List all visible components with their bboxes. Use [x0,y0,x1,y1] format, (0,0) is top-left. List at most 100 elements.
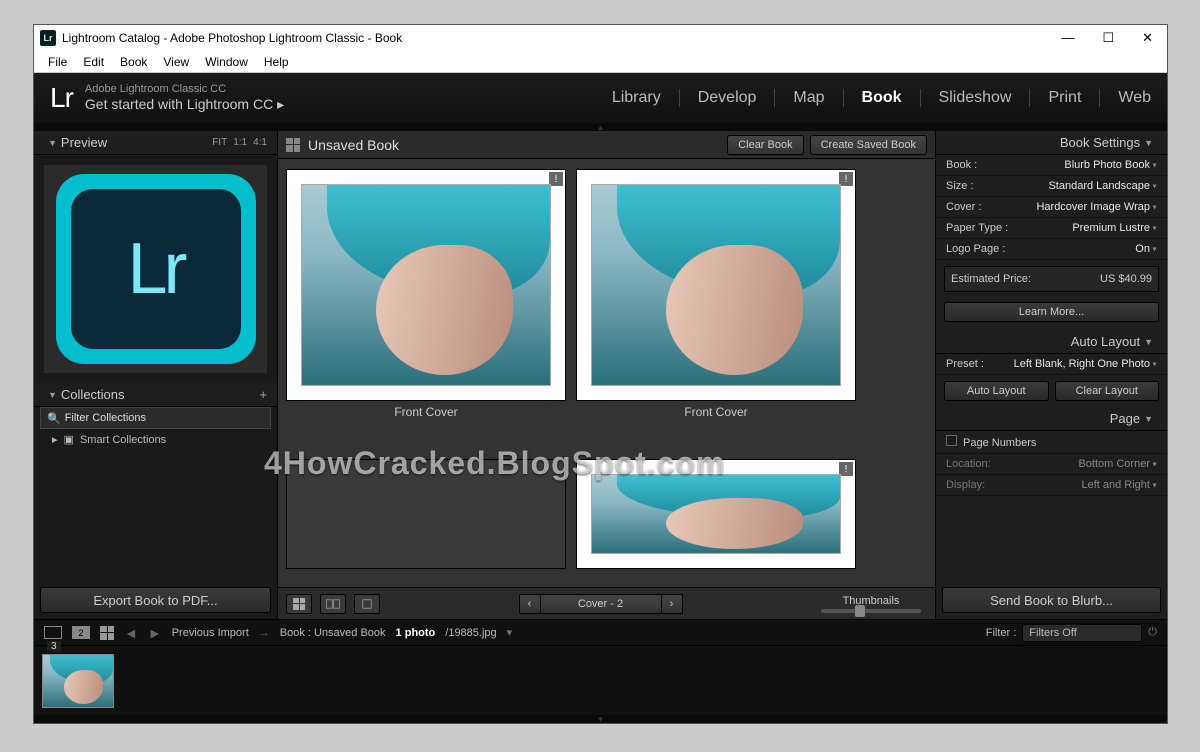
filmstrip-thumb[interactable]: 3 [42,654,114,708]
minimize-button[interactable]: — [1061,30,1074,46]
filter-collections-input[interactable]: 🔍 Filter Collections [40,407,271,429]
view-single-button[interactable] [354,594,380,614]
preset-row[interactable]: Preset :Left Blank, Right One Photo [936,354,1167,375]
book-value: Blurb Photo Book [1064,159,1157,171]
filename: /19885.jpg [445,627,496,639]
chevron-down-icon: ▼ [1144,414,1153,424]
smart-collections-item[interactable]: ▸ ▣ Smart Collections [34,429,277,450]
menu-window[interactable]: Window [197,55,256,69]
primary-display-icon[interactable] [44,626,62,639]
paper-row[interactable]: Paper Type :Premium Lustre [936,218,1167,239]
brand-line1: Adobe Lightroom Classic CC [85,83,284,96]
book-label: Book : [946,159,977,171]
zoom-4-1[interactable]: 4:1 [253,137,267,148]
view-spread-button[interactable] [320,594,346,614]
export-pdf-button[interactable]: Export Book to PDF... [40,587,271,613]
view-grid-button[interactable] [286,594,312,614]
auto-layout-header[interactable]: Auto Layout ▼ [936,330,1167,354]
pager-label: Cover - 2 [541,594,661,614]
collapse-bottom[interactable]: ▼ [34,715,1167,723]
module-slideshow[interactable]: Slideshow [939,89,1012,107]
auto-layout-label: Auto Layout [967,385,1026,397]
pager-text: Cover - 2 [578,598,623,610]
module-map[interactable]: Map [793,89,824,107]
logo-row[interactable]: Logo Page :On [936,239,1167,260]
secondary-num: 2 [78,628,83,638]
menu-book[interactable]: Book [112,55,155,69]
module-web[interactable]: Web [1118,89,1151,107]
right-panel: Book Settings ▼ Book : Blurb Photo Book S… [935,131,1167,619]
page-numbers-checkbox[interactable] [946,435,957,446]
preview-image: Lr [56,174,256,364]
grid-view-icon[interactable] [100,626,114,640]
maximize-button[interactable]: ☐ [1102,30,1114,46]
clear-layout-button[interactable]: Clear Layout [1055,381,1160,401]
menu-view[interactable]: View [155,55,197,69]
module-book[interactable]: Book [862,89,902,107]
zoom-1-1[interactable]: 1:1 [233,137,247,148]
lr-logo: Lr [50,82,73,114]
size-row[interactable]: Size :Standard Landscape [936,176,1167,197]
zoom-fit[interactable]: FIT [212,137,227,148]
nav-fwd-icon[interactable]: ► [148,625,162,641]
preset-value: Left Blank, Right One Photo [1014,358,1157,370]
page-thumb-4[interactable]: ! [576,459,856,569]
module-library[interactable]: Library [612,89,661,107]
cover-value: Hardcover Image Wrap [1036,201,1157,213]
folder-icon: ▣ [64,433,74,446]
center-panel: Unsaved Book Clear Book Create Saved Boo… [278,131,935,619]
create-saved-book-button[interactable]: Create Saved Book [810,135,927,155]
page-title: Page [1110,411,1140,426]
pager-prev-button[interactable]: ‹ [519,594,541,614]
location-label: Location: [946,458,991,470]
learn-more-button[interactable]: Learn More... [944,302,1159,322]
filter-lock-icon[interactable]: ⏻ [1148,626,1157,639]
thumbnails-slider[interactable] [821,609,921,613]
location-value: Bottom Corner [1078,458,1157,470]
menu-edit[interactable]: Edit [75,55,112,69]
grid-icon [286,138,300,152]
window-title: Lightroom Catalog - Adobe Photoshop Ligh… [62,31,402,45]
page-numbers-row[interactable]: Page Numbers [936,431,1167,454]
collections-panel-header[interactable]: ▼ Collections + [34,383,277,407]
book-settings-header[interactable]: Book Settings ▼ [936,131,1167,155]
close-button[interactable]: ✕ [1142,30,1153,46]
collapse-top[interactable]: ▲ [34,123,1167,131]
add-collection-button[interactable]: + [259,387,267,402]
menu-help[interactable]: Help [256,55,297,69]
pager-next-button[interactable]: › [661,594,683,614]
auto-layout-button[interactable]: Auto Layout [944,381,1049,401]
filter-label: Filter : [986,627,1017,639]
secondary-display-icon[interactable]: 2 [72,626,90,639]
send-to-blurb-button[interactable]: Send Book to Blurb... [942,587,1161,613]
brand-line2[interactable]: Get started with Lightroom CC ▸ [85,96,284,113]
menu-file[interactable]: File [40,55,75,69]
previous-import-crumb[interactable]: Previous Import [172,627,249,639]
menubar: File Edit Book View Window Help [34,51,1167,73]
module-picker: Library Develop Map Book Slideshow Print… [612,89,1151,107]
warning-icon: ! [549,172,563,186]
book-crumb[interactable]: Book : Unsaved Book [280,627,386,639]
filter-dropdown[interactable]: Filters Off [1022,624,1142,642]
nav-back-icon[interactable]: ◄ [124,625,138,641]
lr-icon-text: Lr [127,228,183,310]
clear-book-button[interactable]: Clear Book [727,135,803,155]
preview-panel-header[interactable]: ▼ Preview FIT 1:1 4:1 [34,131,277,155]
chevron-down-icon: ▼ [48,138,57,148]
page-thumb-3[interactable] [286,459,566,569]
page-thumb-1[interactable]: ! Front Cover [286,169,566,419]
page-thumb-2[interactable]: ! Front Cover [576,169,856,419]
warning-icon: ! [839,172,853,186]
book-title: Unsaved Book [308,137,399,153]
module-print[interactable]: Print [1048,89,1081,107]
book-type-row[interactable]: Book : Blurb Photo Book [936,155,1167,176]
chevron-down-icon: ▼ [48,390,57,400]
cover-row[interactable]: Cover :Hardcover Image Wrap [936,197,1167,218]
paper-value: Premium Lustre [1072,222,1157,234]
chevron-down-icon[interactable]: ▾ [507,626,513,639]
module-develop[interactable]: Develop [698,89,757,107]
preview-box: Lr [44,165,267,373]
thumb2-caption: Front Cover [576,405,856,419]
page-panel-header[interactable]: Page ▼ [936,407,1167,431]
photo-count: 1 photo [396,627,436,639]
